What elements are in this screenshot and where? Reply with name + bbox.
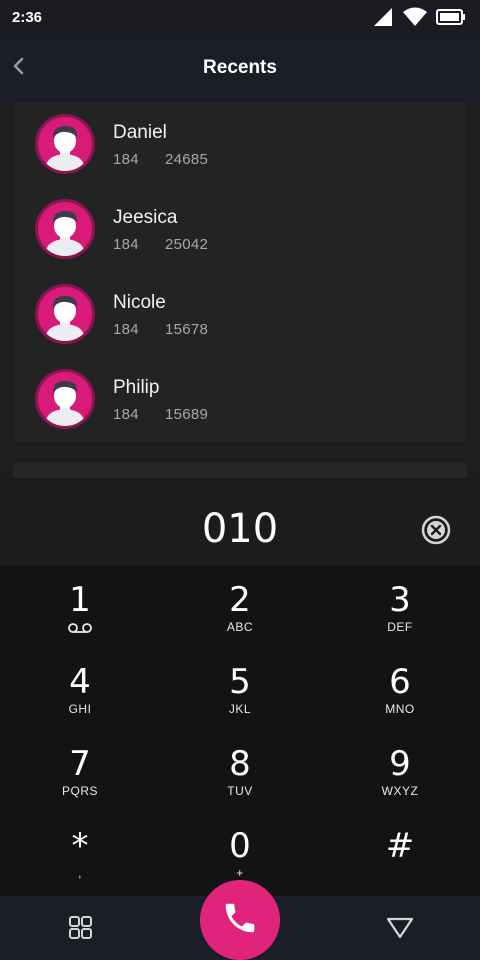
key-5[interactable]: 5 JKL	[160, 648, 320, 730]
key-digit: 1	[69, 580, 91, 620]
key-6[interactable]: 6 MNO	[320, 648, 480, 730]
contact-number: 184 15678	[113, 321, 208, 338]
contact-number: 184 25042	[113, 236, 208, 253]
clear-circle-icon	[420, 515, 452, 550]
key-digit: 9	[389, 744, 411, 784]
page-title: Recents	[203, 57, 277, 78]
chevron-left-icon	[11, 56, 25, 81]
person-icon	[38, 287, 92, 341]
cell-signal-icon	[372, 7, 394, 27]
key-4[interactable]: 4 GHI	[0, 648, 160, 730]
number-prefix: 184	[113, 236, 139, 253]
key-digit: 7	[69, 744, 91, 784]
clear-button[interactable]	[420, 514, 452, 546]
number-prefix: 184	[113, 406, 139, 423]
key-3[interactable]: 3 DEF	[320, 566, 480, 648]
status-bar: 2:36	[0, 0, 480, 34]
key-digit: 8	[229, 744, 251, 784]
battery-icon	[436, 8, 466, 26]
key-9[interactable]: 9 WXYZ	[320, 730, 480, 812]
key-letters: MNO	[385, 702, 415, 716]
key-letters: TUV	[227, 784, 253, 798]
avatar	[35, 199, 95, 259]
key-2[interactable]: 2 ABC	[160, 566, 320, 648]
avatar	[35, 114, 95, 174]
key-digit: 0	[229, 826, 251, 866]
dialed-number: 010	[201, 506, 279, 552]
keypad: 1 2 ABC 3 DEF 4 GHI 5 JKL 6 MNO 7 PQRS 8…	[0, 566, 480, 896]
number-prefix: 184	[113, 321, 139, 338]
phone-icon	[221, 899, 259, 942]
key-digit: 4	[69, 662, 91, 702]
number-suffix: 15678	[164, 321, 209, 338]
back-button[interactable]	[2, 50, 34, 86]
key-letters: JKL	[228, 702, 252, 716]
number-suffix: 25042	[164, 236, 209, 253]
number-suffix: 15689	[164, 406, 209, 423]
person-icon	[38, 202, 92, 256]
contact-item-philip[interactable]: Philip 184 15689	[13, 357, 467, 437]
hide-keypad-button[interactable]	[384, 914, 416, 942]
number-suffix: 24685	[164, 151, 209, 168]
key-digit: 5	[229, 662, 251, 702]
person-icon	[38, 117, 92, 171]
key-hash[interactable]: #	[320, 812, 480, 894]
contact-name: Nicole	[113, 292, 166, 313]
contact-item-daniel[interactable]: Daniel 184 24685	[13, 102, 467, 182]
contact-item-nicole[interactable]: Nicole 184 15678	[13, 272, 467, 352]
contact-item-jeesica[interactable]: Jeesica 184 25042	[13, 187, 467, 267]
app-bar: Recents	[0, 34, 480, 102]
status-time: 2:36	[12, 8, 43, 26]
key-digit: 3	[389, 580, 411, 620]
key-8[interactable]: 8 TUV	[160, 730, 320, 812]
key-letters: DEF	[387, 620, 413, 634]
number-prefix: 184	[113, 151, 139, 168]
triangle-down-icon	[384, 917, 416, 946]
key-letters: WXYZ	[381, 784, 419, 798]
contact-name: Daniel	[113, 122, 167, 143]
person-icon	[38, 372, 92, 426]
key-star[interactable]: * ,	[0, 812, 160, 894]
grid-icon	[64, 916, 96, 946]
avatar	[35, 369, 95, 429]
avatar	[35, 284, 95, 344]
contact-name: Jeesica	[113, 207, 178, 228]
contact-name: Philip	[113, 377, 160, 398]
key-letters: PQRS	[61, 784, 98, 798]
key-1[interactable]: 1	[0, 566, 160, 648]
key-digit: #	[385, 826, 415, 866]
wifi-icon	[402, 7, 428, 27]
key-digit: *	[71, 826, 89, 866]
key-digit: 2	[229, 580, 251, 620]
call-button[interactable]	[200, 880, 280, 960]
grid-button[interactable]	[64, 914, 96, 942]
key-digit: 6	[389, 662, 411, 702]
dial-display: 010	[0, 478, 480, 566]
key-letters: ,	[78, 866, 82, 880]
recents-list: Daniel 184 24685 Jeesica 184 25042 Nicol…	[13, 102, 467, 442]
recents-list-area: Daniel 184 24685 Jeesica 184 25042 Nicol…	[0, 102, 480, 492]
voicemail-icon	[67, 621, 93, 635]
status-icons	[372, 7, 466, 27]
contact-number: 184 15689	[113, 406, 208, 423]
key-letters: ABC	[226, 620, 254, 634]
key-letters: GHI	[68, 702, 92, 716]
key-7[interactable]: 7 PQRS	[0, 730, 160, 812]
contact-number: 184 24685	[113, 151, 208, 168]
